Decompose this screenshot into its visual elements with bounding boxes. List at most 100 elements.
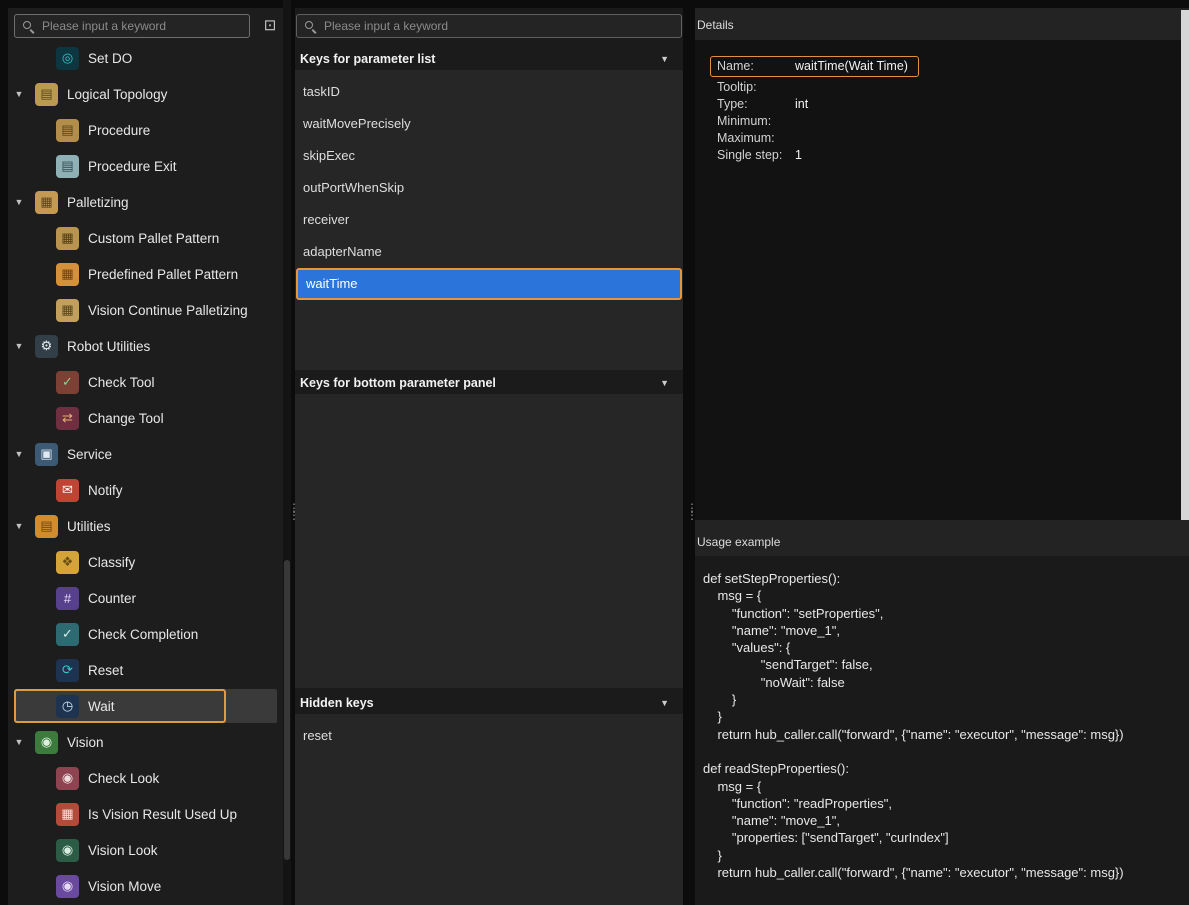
vision-icon: ◉ <box>35 731 58 754</box>
chevron-down-icon[interactable]: ▼ <box>12 341 26 351</box>
reset-icon: ⟳ <box>56 659 79 682</box>
tree-item-predefined-pallet-pattern[interactable]: ▦ Predefined Pallet Pattern <box>8 256 283 292</box>
param-item-waittime[interactable]: waitTime <box>296 268 682 300</box>
mid-search-input[interactable] <box>322 18 674 34</box>
chevron-down-icon[interactable]: ▼ <box>12 521 26 531</box>
tree-item-label: Wait <box>88 699 115 714</box>
left-scrollbar-thumb[interactable] <box>284 560 290 860</box>
tree-item-custom-pallet-pattern[interactable]: ▦Custom Pallet Pattern <box>8 220 283 256</box>
tree-item-check-tool[interactable]: ✓Check Tool <box>8 364 283 400</box>
tree-item-robot-utilities[interactable]: ▼⚙Robot Utilities <box>8 328 283 364</box>
tree-item-utilities[interactable]: ▼ ▤ Utilities <box>8 508 283 544</box>
tree-item-reset[interactable]: ⟳Reset <box>8 652 283 688</box>
tree-item-label: Is Vision Result Used Up <box>88 807 237 822</box>
step-tree: ◎Set DO▼▤Logical Topology▤Procedure▤Proc… <box>8 40 283 905</box>
selected-row-highlight <box>14 689 277 723</box>
logical-topology-icon: ▤ <box>35 83 58 106</box>
tree-item-label: Utilities <box>67 519 111 534</box>
vision-move-icon: ◉ <box>56 875 79 898</box>
tree-item-label: Service <box>67 447 112 462</box>
tree-item-label: Procedure <box>88 123 150 138</box>
set-do-icon: ◎ <box>56 47 79 70</box>
chevron-down-icon[interactable]: ▼ <box>660 698 669 708</box>
param-item-outportwhenskip[interactable]: outPortWhenSkip <box>295 172 683 204</box>
keys-panel: Keys for parameter list ▼ taskIDwaitMove… <box>295 8 683 905</box>
tree-item-label: Predefined Pallet Pattern <box>88 267 238 282</box>
counter-icon: # <box>56 587 79 610</box>
tree-item-logical-topology[interactable]: ▼▤Logical Topology <box>8 76 283 112</box>
tree-item-palletizing[interactable]: ▼▦Palletizing <box>8 184 283 220</box>
tree-item-classify[interactable]: ❖ Classify <box>8 544 283 580</box>
chevron-down-icon[interactable]: ▼ <box>12 449 26 459</box>
tree-item-counter[interactable]: # Counter <box>8 580 283 616</box>
section-header-parameter-list[interactable]: Keys for parameter list ▼ <box>295 48 683 70</box>
tree-item-label: Set DO <box>88 51 132 66</box>
tree-item-label: Counter <box>88 591 136 606</box>
tree-item-label: Classify <box>88 555 135 570</box>
check-completion-icon: ✓ <box>56 623 79 646</box>
classify-icon: ❖ <box>56 551 79 574</box>
tree-item-label: Vision Move <box>88 879 161 894</box>
tree-item-vision-continue-palletizing[interactable]: ▦Vision Continue Palletizing <box>8 292 283 328</box>
chevron-down-icon[interactable]: ▼ <box>12 737 26 747</box>
parameter-list: taskIDwaitMovePreciselyskipExecoutPortWh… <box>295 70 683 370</box>
tree-item-vision-move[interactable]: ◉ Vision Move <box>8 868 283 904</box>
tree-item-is-vision-result-used-up[interactable]: ▦Is Vision Result Used Up <box>8 796 283 832</box>
detail-field-label: Type: <box>717 96 795 113</box>
search-icon <box>304 20 316 32</box>
detail-field-label: Name: <box>717 58 795 75</box>
tree-item-notify[interactable]: ✉Notify <box>8 472 283 508</box>
right-splitter-handle[interactable]: ⋮⋮ <box>686 505 694 519</box>
section-header-hidden-keys[interactable]: Hidden keys ▼ <box>295 692 683 714</box>
chevron-down-icon[interactable]: ▼ <box>12 197 26 207</box>
predefined-pallet-pattern-icon: ▦ <box>56 263 79 286</box>
tree-item-service[interactable]: ▼ ▣ Service <box>8 436 283 472</box>
vision-look-icon: ◉ <box>56 839 79 862</box>
app-window: ⊡ ◎Set DO▼▤Logical Topology▤Procedure▤Pr… <box>0 0 1189 905</box>
left-search-box[interactable] <box>14 14 250 38</box>
keyword-manager-button[interactable]: ⊡ <box>258 14 282 38</box>
details-fields: Name:waitTime(Wait Time)Tooltip:Type:int… <box>695 56 1189 164</box>
param-item-adaptername[interactable]: adapterName <box>295 236 683 268</box>
vision-continue-palletizing-icon: ▦ <box>56 299 79 322</box>
chevron-down-icon[interactable]: ▼ <box>660 54 669 64</box>
tree-item-procedure-exit[interactable]: ▤Procedure Exit <box>8 148 283 184</box>
service-icon: ▣ <box>35 443 58 466</box>
tree-item-vision-look[interactable]: ◉Vision Look <box>8 832 283 868</box>
hidden-keys-list: reset <box>295 714 683 905</box>
detail-field-value: 1 <box>795 147 802 164</box>
param-item-reset[interactable]: reset <box>295 720 683 752</box>
left-scrollbar[interactable] <box>283 0 291 905</box>
mid-search-box[interactable] <box>296 14 682 38</box>
detail-field-label: Single step: <box>717 147 795 164</box>
chevron-down-icon[interactable]: ▼ <box>12 89 26 99</box>
section-title: Keys for bottom parameter panel <box>300 376 496 390</box>
detail-field-name: Name:waitTime(Wait Time) <box>710 56 919 77</box>
tree-item-vision[interactable]: ▼ ◉ Vision <box>8 724 283 760</box>
chevron-down-icon[interactable]: ▼ <box>660 378 669 388</box>
param-item-skipexec[interactable]: skipExec <box>295 140 683 172</box>
palletizing-icon: ▦ <box>35 191 58 214</box>
details-scrollbar[interactable] <box>1181 10 1189 520</box>
tree-item-change-tool[interactable]: ⇄Change Tool <box>8 400 283 436</box>
detail-field-minimum: Minimum: <box>717 113 1189 130</box>
tree-item-label: Vision <box>67 735 104 750</box>
utilities-icon: ▤ <box>35 515 58 538</box>
left-search-input[interactable] <box>40 18 242 34</box>
details-title: Details <box>697 18 734 32</box>
tree-item-set-do[interactable]: ◎ Set DO <box>8 40 283 76</box>
param-item-taskid[interactable]: taskID <box>295 76 683 108</box>
tree-item-label: Check Look <box>88 771 159 786</box>
param-item-receiver[interactable]: receiver <box>295 204 683 236</box>
tree-item-check-completion[interactable]: ✓Check Completion <box>8 616 283 652</box>
param-item-waitmoveprecisely[interactable]: waitMovePrecisely <box>295 108 683 140</box>
tree-item-wait[interactable]: ◷Wait <box>8 688 283 724</box>
section-header-bottom-panel[interactable]: Keys for bottom parameter panel ▼ <box>295 372 683 394</box>
details-panel: Details Name:waitTime(Wait Time)Tooltip:… <box>695 8 1189 905</box>
tree-item-procedure[interactable]: ▤Procedure <box>8 112 283 148</box>
search-icon <box>22 20 34 32</box>
notify-icon: ✉ <box>56 479 79 502</box>
tree-item-label: Robot Utilities <box>67 339 150 354</box>
tree-item-check-look[interactable]: ◉Check Look <box>8 760 283 796</box>
square-dot-icon: ⊡ <box>264 17 277 34</box>
